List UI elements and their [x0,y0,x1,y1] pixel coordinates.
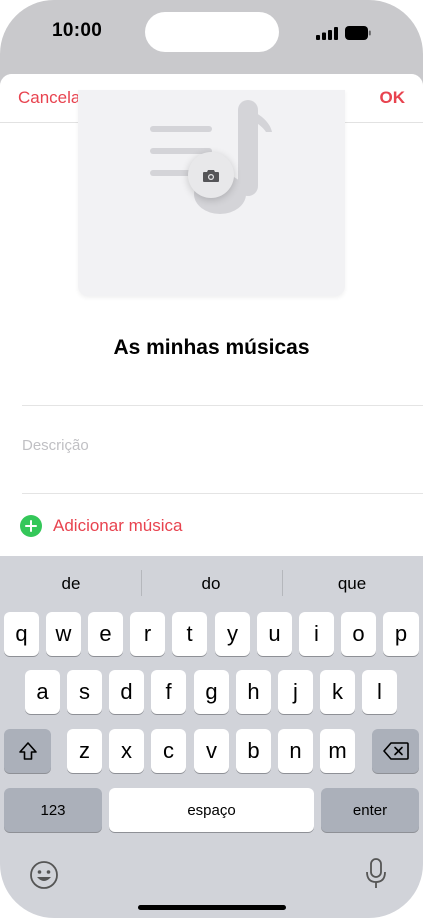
key-g[interactable]: g [194,670,229,714]
key-s[interactable]: s [67,670,102,714]
suggestion-item[interactable]: do [161,574,261,594]
space-key[interactable]: espaço [109,788,314,832]
key-c[interactable]: c [151,729,186,773]
dynamic-island [145,12,279,52]
keyboard: de do que q w e r t y u i o p a s d f g … [0,556,423,918]
key-m[interactable]: m [320,729,355,773]
key-y[interactable]: y [215,612,250,656]
key-t[interactable]: t [172,612,207,656]
key-i[interactable]: i [299,612,334,656]
key-o[interactable]: o [341,612,376,656]
emoji-icon[interactable] [29,860,59,890]
key-z[interactable]: z [67,729,102,773]
suggestion-bar: de do que [0,556,423,610]
shift-key[interactable] [4,729,51,773]
key-d[interactable]: d [109,670,144,714]
key-w[interactable]: w [46,612,81,656]
home-indicator[interactable] [138,905,286,910]
key-a[interactable]: a [25,670,60,714]
shift-icon [18,742,37,760]
signal-icon [316,27,338,40]
backspace-icon [382,742,409,760]
battery-icon [345,26,371,40]
key-u[interactable]: u [257,612,292,656]
microphone-icon[interactable] [364,857,388,891]
divider [22,405,423,406]
key-f[interactable]: f [151,670,186,714]
numbers-key[interactable]: 123 [4,788,102,832]
add-music-label: Adicionar música [53,516,183,535]
suggestion-divider [141,570,142,596]
ok-button[interactable]: OK [380,88,406,108]
suggestion-item[interactable]: que [302,574,402,594]
suggestion-item[interactable]: de [21,574,121,594]
key-p[interactable]: p [383,612,419,656]
key-n[interactable]: n [278,729,313,773]
playlist-artwork[interactable] [78,90,345,296]
camera-icon [203,169,219,182]
status-time: 10:00 [52,20,103,41]
key-j[interactable]: j [278,670,313,714]
key-e[interactable]: e [88,612,123,656]
description-field[interactable]: Descrição [22,437,89,454]
key-b[interactable]: b [236,729,271,773]
camera-button[interactable] [188,152,234,198]
phone-screen: 10:00 Cancelar Nova lista OK [0,0,423,918]
delete-key[interactable] [372,729,419,773]
key-v[interactable]: v [194,729,229,773]
key-x[interactable]: x [109,729,144,773]
key-k[interactable]: k [320,670,355,714]
key-r[interactable]: r [130,612,165,656]
enter-key[interactable]: enter [321,788,419,832]
key-l[interactable]: l [362,670,397,714]
plus-circle-icon [20,515,42,537]
suggestion-divider [282,570,283,596]
add-music-button[interactable]: Adicionar música [20,514,182,538]
playlist-title-field[interactable]: As minhas músicas [0,336,423,360]
key-h[interactable]: h [236,670,271,714]
divider [22,493,423,494]
key-q[interactable]: q [4,612,39,656]
